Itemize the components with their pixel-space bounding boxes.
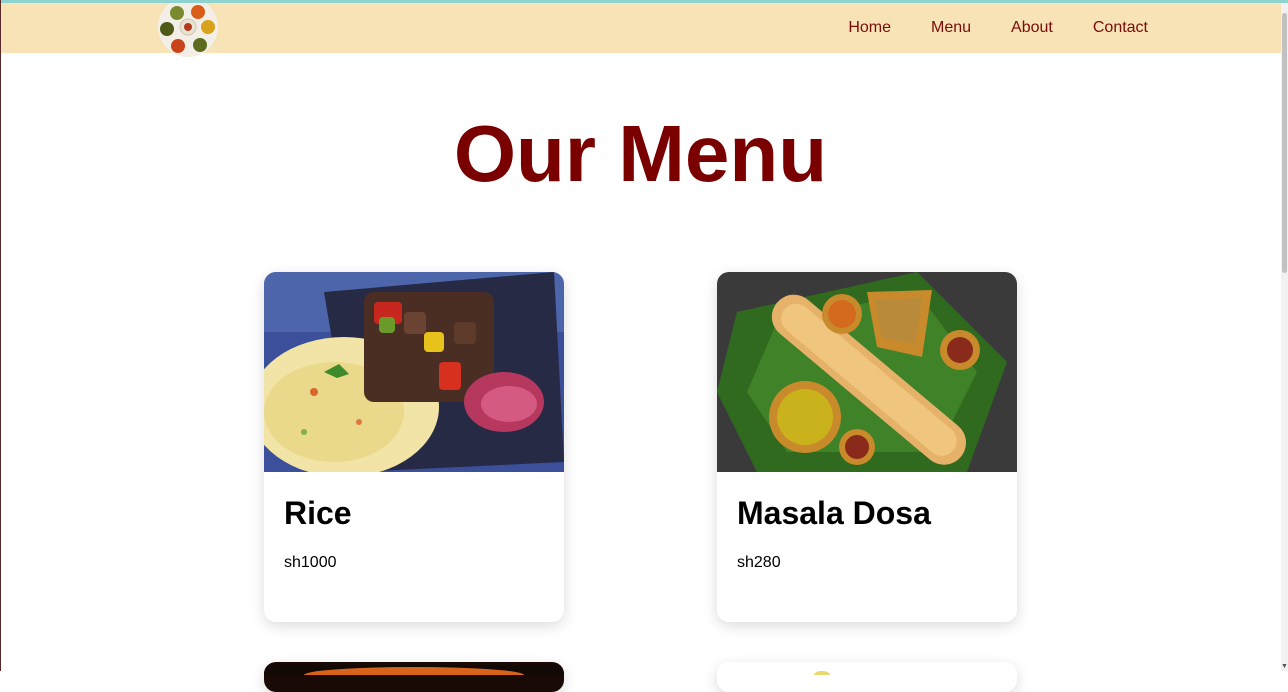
vertical-scrollbar[interactable]: ▼ <box>1281 3 1288 671</box>
nav-link-contact[interactable]: Contact <box>1093 19 1148 37</box>
nav-link-about[interactable]: About <box>1011 19 1053 37</box>
partial-dish-image <box>717 665 1017 679</box>
rice-dish-image <box>264 272 564 472</box>
menu-item-name: Masala Dosa <box>737 495 931 531</box>
nav-link-home[interactable]: Home <box>848 19 891 37</box>
card-body: Masala Dosa sh280 <box>717 472 1017 622</box>
menu-card-masala-dosa[interactable]: Masala Dosa sh280 <box>717 272 1017 622</box>
food-platter-logo-icon[interactable] <box>154 3 222 59</box>
left-border <box>0 0 1 671</box>
navbar: Home Menu About Contact <box>1 3 1281 57</box>
scrollbar-thumb[interactable] <box>1282 13 1287 273</box>
menu-card-rice[interactable]: Rice sh1000 <box>264 272 564 622</box>
menu-item-name: Rice <box>284 495 352 531</box>
nav-link-menu[interactable]: Menu <box>931 19 971 37</box>
nav-links: Home Menu About Contact <box>808 3 1148 53</box>
card-body: Rice sh1000 <box>264 472 564 622</box>
partial-dish-image <box>264 665 564 683</box>
menu-card-partial-left[interactable] <box>264 662 564 692</box>
menu-card-partial-right[interactable] <box>717 662 1017 692</box>
scroll-down-arrow-icon[interactable]: ▼ <box>1281 663 1288 671</box>
page-title: Our Menu <box>453 109 828 198</box>
menu-item-price: sh1000 <box>284 554 337 571</box>
masala-dosa-image <box>717 272 1017 472</box>
menu-item-price: sh280 <box>737 554 781 571</box>
